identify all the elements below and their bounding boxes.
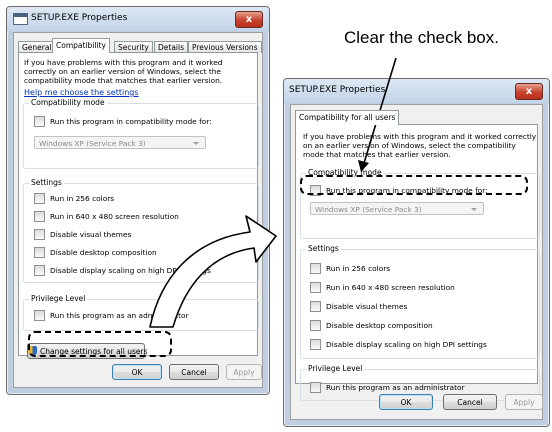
apply-button[interactable]: Apply	[505, 394, 543, 410]
checkbox-label: Disable desktop composition	[326, 320, 433, 330]
group-title: Privilege Level	[29, 294, 88, 304]
checkbox-label: Disable desktop composition	[50, 247, 157, 257]
checkbox[interactable]	[34, 246, 45, 258]
settings-group: Settings Run in 256 colors Run in 640 x …	[23, 178, 259, 283]
checkbox-label: Disable display scaling on high DPI sett…	[326, 339, 487, 349]
checkbox-label: Run in 640 x 480 screen resolution	[326, 282, 455, 292]
compatibility-panel: If you have problems with this program a…	[295, 124, 540, 401]
setting-row[interactable]: Run in 256 colors	[310, 262, 390, 274]
checkbox-label: Disable display scaling on high DPI sett…	[50, 265, 211, 275]
checkbox-label: Run this program as an administrator	[326, 382, 465, 392]
cancel-button[interactable]: Cancel	[169, 364, 219, 380]
group-title: Compatibility mode	[29, 98, 107, 108]
apply-button[interactable]: Apply	[226, 364, 262, 380]
checkbox[interactable]	[310, 300, 321, 312]
checkbox-label: Disable visual themes	[326, 301, 408, 311]
privilege-level-group: Privilege Level Run this program as an a…	[23, 294, 259, 331]
instruction-callout: Clear the check box.	[344, 28, 499, 47]
tab-compatibility-all-users[interactable]: Compatibility for all users	[295, 110, 400, 125]
chevron-down-icon	[471, 208, 477, 211]
compat-os-select[interactable]: Windows XP (Service Pack 3)	[34, 136, 206, 149]
title-bar[interactable]: SETUP.EXE Properties x	[284, 79, 549, 103]
checkbox[interactable]	[310, 319, 321, 331]
setting-row[interactable]: Run in 640 x 480 screen resolution	[310, 281, 455, 293]
select-value: Windows XP (Service Pack 3)	[315, 205, 422, 214]
tab-compatibility[interactable]: Compatibility	[52, 38, 110, 53]
group-title: Privilege Level	[306, 364, 365, 374]
close-button[interactable]: x	[235, 11, 263, 28]
chevron-down-icon	[193, 142, 199, 145]
tab-strip: General Compatibility Security Details P…	[18, 38, 262, 53]
checkbox[interactable]	[310, 281, 321, 293]
checkbox-label: Run in 640 x 480 screen resolution	[50, 211, 179, 221]
settings-group: Settings Run in 256 colors Run in 640 x …	[300, 244, 540, 359]
checkbox-label: Run in 256 colors	[50, 193, 115, 203]
checkbox-label: Disable visual themes	[50, 229, 132, 239]
window-title: SETUP.EXE Properties	[31, 13, 128, 23]
checkbox-label: Run this program as an administrator	[50, 310, 189, 320]
ok-button[interactable]: OK	[379, 394, 433, 410]
group-title: Settings	[29, 178, 64, 188]
description-text: If you have problems with this program a…	[303, 132, 537, 159]
setting-row[interactable]: Disable display scaling on high DPI sett…	[34, 264, 211, 276]
dialog-body: Compatibility for all users If you have …	[290, 104, 543, 420]
compatibility-panel: If you have problems with this program a…	[18, 52, 259, 359]
ok-button[interactable]: OK	[112, 364, 162, 380]
cancel-button[interactable]: Cancel	[443, 394, 497, 410]
window-title: SETUP.EXE Properties	[289, 85, 386, 95]
run-as-admin-checkbox[interactable]	[34, 309, 45, 321]
run-as-admin-row[interactable]: Run this program as an administrator	[34, 309, 189, 321]
compat-mode-checkbox[interactable]	[34, 115, 45, 127]
setting-row[interactable]: Disable display scaling on high DPI sett…	[310, 338, 487, 350]
checkbox[interactable]	[34, 264, 45, 276]
setting-row[interactable]: Disable desktop composition	[34, 246, 157, 258]
setting-row[interactable]: Disable visual themes	[310, 300, 407, 312]
setting-row[interactable]: Run in 640 x 480 screen resolution	[34, 210, 179, 222]
setting-row[interactable]: Disable visual themes	[34, 228, 131, 240]
description-text: If you have problems with this program a…	[24, 58, 223, 85]
checkbox[interactable]	[310, 338, 321, 350]
run-as-admin-row[interactable]: Run this program as an administrator	[310, 381, 465, 393]
all-users-properties-dialog: SETUP.EXE Properties x Compatibility for…	[283, 78, 550, 427]
checkbox-label: Run this program in compatibility mode f…	[50, 116, 212, 126]
checkbox[interactable]	[34, 210, 45, 222]
setting-row[interactable]: Disable desktop composition	[310, 319, 433, 331]
compatibility-mode-group: Compatibility mode Run this program in c…	[23, 98, 259, 169]
group-title: Settings	[306, 244, 341, 254]
checkbox[interactable]	[34, 228, 45, 240]
compat-mode-checkbox-row[interactable]: Run this program in compatibility mode f…	[34, 115, 212, 127]
select-value: Windows XP (Service Pack 3)	[39, 139, 146, 148]
help-choose-settings-link[interactable]: Help me choose the settings	[24, 88, 139, 97]
title-bar[interactable]: SETUP.EXE Properties x	[7, 7, 269, 31]
checkbox[interactable]	[34, 192, 45, 204]
tab-strip: Compatibility for all users	[295, 110, 538, 125]
window-icon	[13, 13, 28, 25]
highlight-compat-checkbox	[300, 175, 528, 195]
setting-row[interactable]: Run in 256 colors	[34, 192, 114, 204]
compat-os-select[interactable]: Windows XP (Service Pack 3)	[310, 202, 484, 215]
checkbox[interactable]	[310, 262, 321, 274]
highlight-change-settings	[28, 331, 172, 357]
close-button[interactable]: x	[515, 83, 543, 100]
checkbox-label: Run in 256 colors	[326, 263, 391, 273]
run-as-admin-checkbox[interactable]	[310, 381, 321, 393]
